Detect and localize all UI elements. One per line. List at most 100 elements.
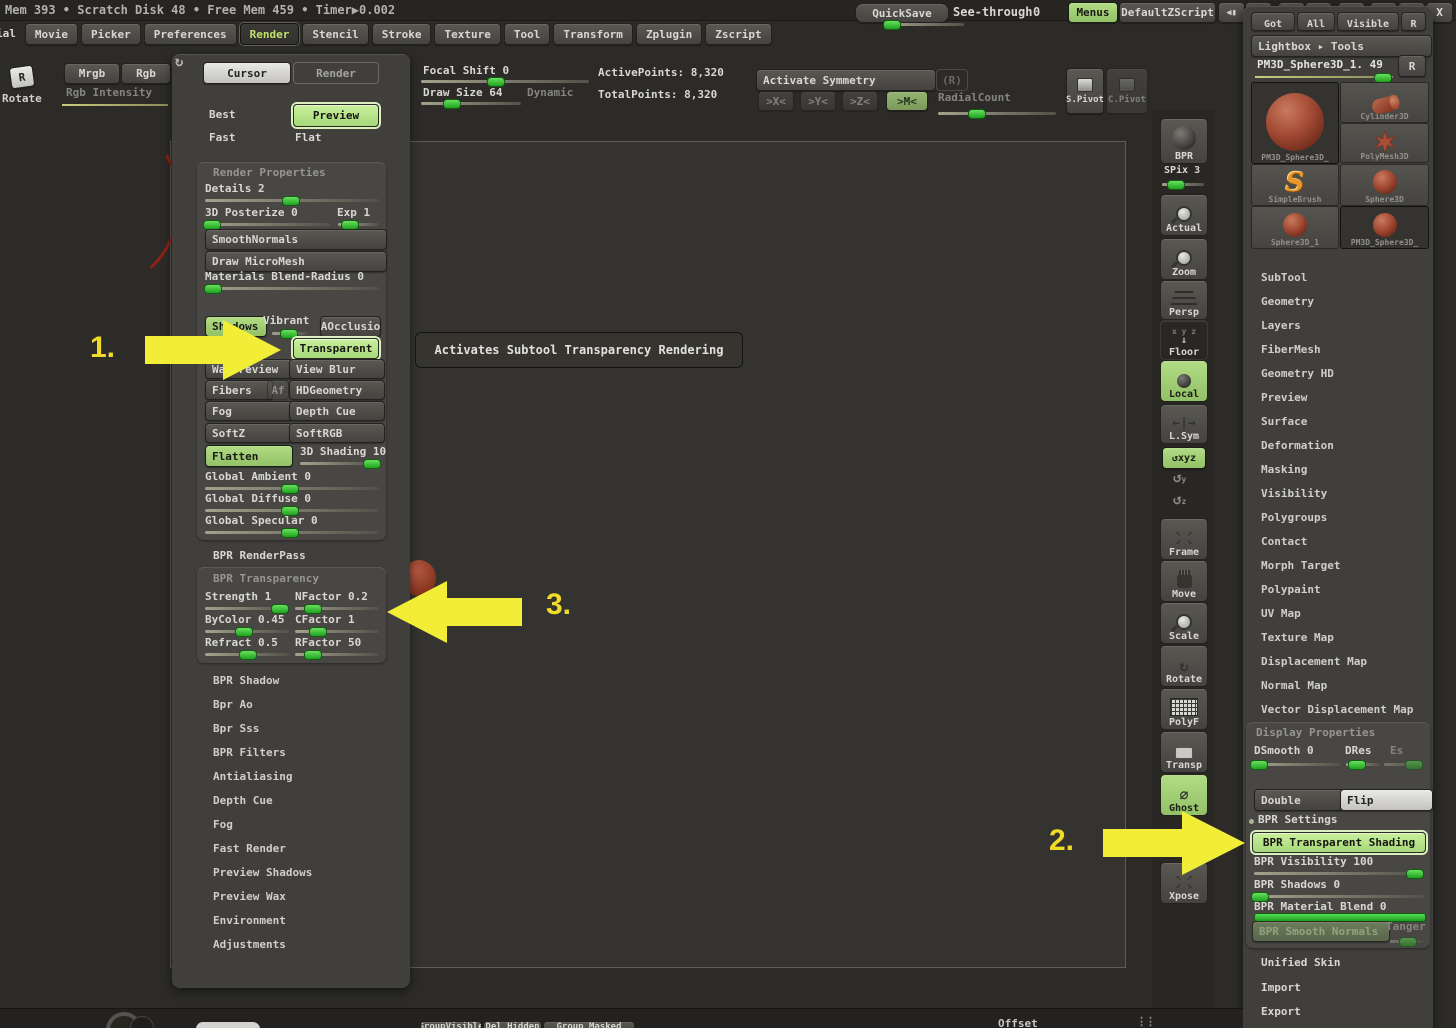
zoom-button[interactable]: Zoom [1160,238,1208,280]
tool-section-masking[interactable]: Masking [1261,460,1413,484]
gy-rotate-icon[interactable]: ↺y [1173,470,1186,486]
dsmooth-slider[interactable] [1250,760,1340,770]
bpr-visibility-slider[interactable] [1254,869,1424,879]
tool-thumb-cylinder3d[interactable]: Cylinder3D [1340,82,1429,123]
render-mode-button[interactable]: Render [293,62,379,84]
tool-section-texture-map[interactable]: Texture Map [1261,628,1413,652]
render-section-bpr-sss[interactable]: Bpr Sss [213,719,312,743]
best-render-button[interactable]: Best [209,108,236,121]
refract-slider[interactable] [205,650,289,660]
tool-thumb-simplebrush[interactable]: S SimpleBrush [1251,164,1339,206]
rfactor-slider[interactable] [295,650,379,660]
group-visible-button[interactable]: GroupVisible [420,1021,482,1028]
default-zscript-button[interactable]: DefaultZScript [1119,2,1216,23]
rotate-tool-icon[interactable]: R [8,64,36,90]
tool-slider[interactable] [1255,73,1393,83]
scrub-left-button[interactable]: ◀▮ [1218,2,1245,23]
visible-button[interactable]: Visible [1337,12,1399,31]
floor-button[interactable]: x y z ↓ Floor [1160,320,1208,360]
tool-section-export[interactable]: Export [1261,1005,1301,1018]
tool-section-polypaint[interactable]: Polypaint [1261,580,1413,604]
tool-section-deformation[interactable]: Deformation [1261,436,1413,460]
gz-rotate-icon[interactable]: ↺z [1173,492,1186,508]
symmetry-z-button[interactable]: >Z< [842,91,878,111]
shading-slider[interactable] [300,459,382,469]
see-through-slider[interactable] [883,20,964,30]
frame-button[interactable]: ↖ ↗ ↙ ↘ Frame [1160,518,1208,560]
tool-section-displacement-map[interactable]: Displacement Map [1261,652,1413,676]
tool-section-geometry[interactable]: Geometry [1261,292,1413,316]
scale-button[interactable]: Scale [1160,602,1208,644]
tool-section-normal-map[interactable]: Normal Map [1261,676,1413,700]
render-section-bpr-shadow[interactable]: BPR Shadow [213,671,312,695]
tool-section-uv-map[interactable]: UV Map [1261,604,1413,628]
posterize-slider[interactable] [203,220,330,230]
spix-slider[interactable] [1162,180,1204,190]
symmetry-y-button[interactable]: >Y< [800,91,836,111]
flip-button[interactable]: Flip [1340,789,1433,811]
rotate-button[interactable]: ↻ Rotate [1160,645,1208,687]
cursor-button[interactable]: Cursor [203,62,291,84]
flat-render-button[interactable]: Flat [295,131,322,144]
es-slider[interactable] [1384,760,1424,770]
rgb-intensity-slider[interactable] [62,104,168,106]
tool-thumb-pm3d-sphere[interactable]: PM3D_Sphere3D_ [1340,206,1429,249]
rgb-button[interactable]: Rgb [121,63,171,84]
s-pivot-button[interactable]: S.Pivot [1066,68,1104,114]
r-button-top[interactable]: R [1401,12,1426,31]
menu-item-zscript[interactable]: Zscript [705,23,772,45]
strength-slider[interactable] [205,604,289,614]
draw-micromesh-button[interactable]: Draw MicroMesh [205,251,387,272]
tool-section-geometry-hd[interactable]: Geometry HD [1261,364,1413,388]
details-slider[interactable] [205,196,379,206]
hdgeometry-button[interactable]: HDGeometry [289,380,385,400]
bpr-renderpass-section[interactable]: BPR RenderPass [213,549,306,562]
focal-shift-slider[interactable] [421,77,589,87]
render-section-fast-render[interactable]: Fast Render [213,839,312,863]
menu-item-zplugin[interactable]: Zplugin [635,23,703,45]
global-ambient-slider[interactable] [205,484,379,494]
menu-item-movie[interactable]: Movie [24,23,78,45]
gxyz-button[interactable]: ↺ xyz [1162,447,1206,469]
cfactor-slider[interactable] [295,627,379,637]
menu-item-material[interactable]: ial [0,23,22,43]
persp-button[interactable]: Persp [1160,280,1208,320]
bpr-render-button[interactable]: BPR [1160,118,1208,164]
menu-item-preferences[interactable]: Preferences [143,23,237,45]
del-hidden-button[interactable]: Del Hidden [483,1021,542,1028]
bottom-pill[interactable] [196,1022,260,1028]
render-section-bpr-filters[interactable]: BPR Filters [213,743,312,767]
menu-item-picker[interactable]: Picker [81,23,141,45]
fibers-button[interactable]: Fibers [205,380,273,400]
render-section-preview-wax[interactable]: Preview Wax [213,887,312,911]
activate-symmetry-button[interactable]: Activate Symmetry [756,69,936,91]
tool-section-preview[interactable]: Preview [1261,388,1413,412]
render-section-fog[interactable]: Fog [213,815,312,839]
fog-button[interactable]: Fog [205,401,293,421]
bpr-smooth-normals-button[interactable]: BPR Smooth Normals [1252,921,1390,942]
tool-thumb-polymesh3d[interactable]: PolyMesh3D [1340,123,1429,163]
bpr-transparent-shading-button[interactable]: BPR Transparent Shading [1252,832,1426,853]
local-button[interactable]: Local [1160,360,1208,402]
lightbox-tools-button[interactable]: Lightbox ▸ Tools [1251,35,1432,57]
drag-dots-icon[interactable]: ⋮⋮ [1136,1015,1156,1028]
tool-thumb-sphere3d[interactable]: Sphere3D [1340,164,1429,206]
menu-item-stencil[interactable]: Stencil [302,23,369,45]
double-button[interactable]: Double [1254,789,1344,811]
move-button[interactable]: Move [1160,560,1208,602]
exp-slider[interactable] [338,220,379,230]
group-masked-button[interactable]: Group Masked [543,1021,635,1028]
radial-option-button[interactable]: (R) [936,69,968,91]
view-blur-button[interactable]: View Blur [289,359,385,379]
tool-section-morph-target[interactable]: Morph Target [1261,556,1413,580]
render-section-environment[interactable]: Environment [213,911,312,935]
render-section-bpr-ao[interactable]: Bpr Ao [213,695,312,719]
transp-button[interactable]: Transp [1160,731,1208,773]
symmetry-m-button[interactable]: >M< [886,91,928,111]
render-section-preview-shadows[interactable]: Preview Shadows [213,863,312,887]
smooth-normals-button[interactable]: SmoothNormals [205,229,387,250]
menu-item-transform[interactable]: Transform [553,23,633,45]
tool-thumb-sphere3d-1[interactable]: Sphere3D_1 [1251,206,1339,249]
actual-size-button[interactable]: Actual [1160,194,1208,236]
fast-render-button[interactable]: Fast [209,131,236,144]
